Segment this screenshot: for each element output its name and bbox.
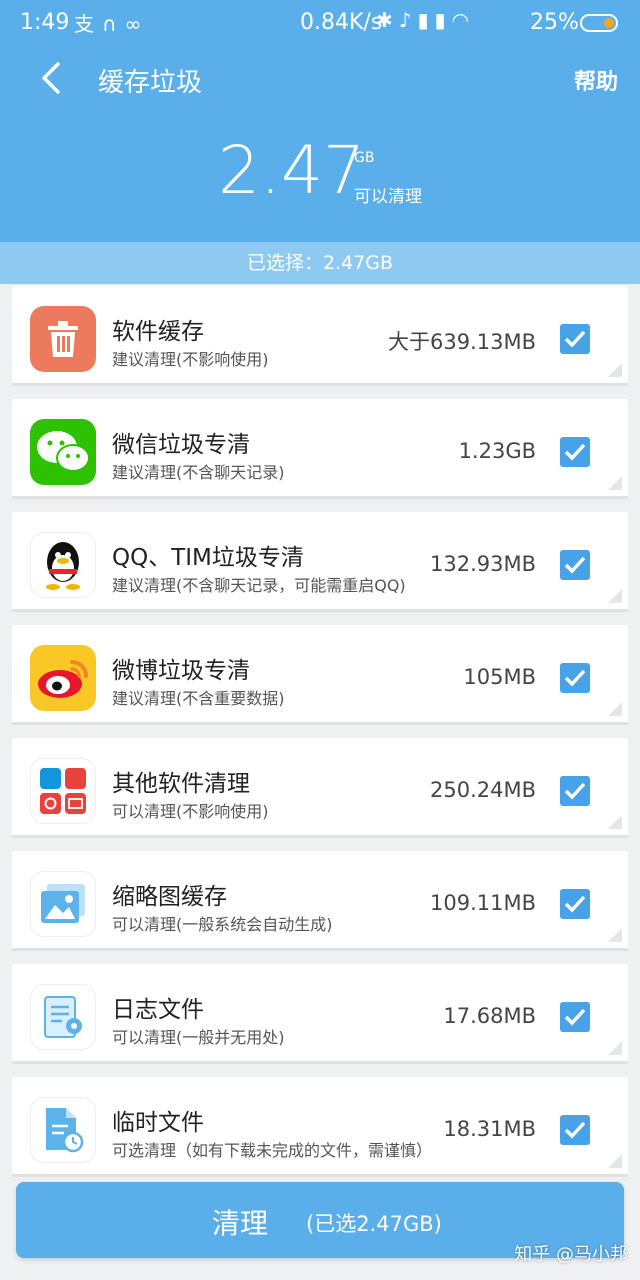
- item-title: 其他软件清理: [112, 771, 250, 797]
- item-size: 大于639.13MB: [387, 330, 536, 354]
- mute-icon: ♪: [398, 8, 418, 32]
- clean-button-selected-size: (已选2.47GB): [306, 1212, 442, 1236]
- bluetooth-icon: ✱: [376, 8, 399, 32]
- checkmark-icon: [564, 669, 586, 687]
- item-checkbox[interactable]: [560, 550, 590, 580]
- item-checkbox[interactable]: [560, 324, 590, 354]
- corner-mark: [608, 928, 622, 942]
- headset-icon: ∩: [102, 12, 125, 36]
- page-title: 缓存垃圾: [98, 68, 203, 98]
- list-item[interactable]: 日志文件 可以清理(一般并无用处) 17.68MB: [12, 964, 628, 1064]
- list-item[interactable]: 临时文件 可选清理（如有下载未完成的文件，需谨慎） 18.31MB: [12, 1077, 628, 1177]
- watermark: 知乎 @马小邦: [514, 1244, 628, 1265]
- item-title: 缩略图缓存: [112, 884, 227, 910]
- item-subtitle: 可以清理(不影响使用): [112, 802, 269, 821]
- temp-file-icon: [30, 1097, 96, 1163]
- alipay-icon: 支: [74, 12, 102, 36]
- item-title: 微博垃圾专清: [112, 658, 250, 684]
- item-checkbox[interactable]: [560, 1002, 590, 1032]
- item-title: 日志文件: [112, 997, 204, 1023]
- list-item[interactable]: QQ、TIM垃圾专清 建议清理(不含聊天记录，可能需重启QQ) 132.93MB: [12, 512, 628, 612]
- list-item[interactable]: 缩略图缓存 可以清理(一般系统会自动生成) 109.11MB: [12, 851, 628, 951]
- item-title: 微信垃圾专清: [112, 432, 250, 458]
- header: 1:49 支∩∞ 0.84K/s ✱♪▮▮◠ 25% 缓存垃圾 帮助 2.47 …: [0, 0, 640, 242]
- checkmark-icon: [564, 330, 586, 348]
- signal-icon: ▮: [417, 8, 435, 32]
- item-subtitle: 可选清理（如有下载未完成的文件，需谨慎）: [112, 1141, 433, 1160]
- item-subtitle: 可以清理(一般并无用处): [112, 1028, 285, 1047]
- item-subtitle: 可以清理(一般系统会自动生成): [112, 915, 333, 934]
- corner-mark: [608, 589, 622, 603]
- item-size: 250.24MB: [429, 778, 536, 802]
- item-title: 软件缓存: [112, 319, 204, 345]
- help-button[interactable]: 帮助: [574, 64, 618, 96]
- link-icon: ∞: [124, 12, 150, 36]
- total-caption: 可以清理: [354, 187, 422, 207]
- item-subtitle: 建议清理(不含聊天记录): [112, 463, 285, 482]
- image-icon: [30, 871, 96, 937]
- item-checkbox[interactable]: [560, 1115, 590, 1145]
- item-checkbox[interactable]: [560, 776, 590, 806]
- battery-percent: 25%: [530, 10, 579, 35]
- qq-icon: [30, 532, 96, 598]
- total-unit: GB: [354, 150, 375, 166]
- clean-button-label: 清理: [212, 1207, 269, 1240]
- log-file-icon: [30, 984, 96, 1050]
- signal-icon: ▮: [434, 8, 452, 32]
- item-checkbox[interactable]: [560, 663, 590, 693]
- list-item[interactable]: 微信垃圾专清 建议清理(不含聊天记录) 1.23GB: [12, 399, 628, 499]
- item-size: 18.31MB: [443, 1117, 536, 1141]
- item-title: 临时文件: [112, 1110, 204, 1136]
- corner-mark: [608, 815, 622, 829]
- apps-grid-icon: [30, 758, 96, 824]
- item-subtitle: 建议清理(不影响使用): [112, 350, 269, 369]
- checkmark-icon: [564, 443, 586, 461]
- corner-mark: [608, 1154, 622, 1168]
- item-size: 132.93MB: [429, 552, 536, 576]
- list-item[interactable]: 软件缓存 建议清理(不影响使用) 大于639.13MB: [12, 286, 628, 386]
- network-speed: 0.84K/s: [300, 10, 383, 35]
- checkmark-icon: [564, 1008, 586, 1026]
- list-item[interactable]: 微博垃圾专清 建议清理(不含重要数据) 105MB: [12, 625, 628, 725]
- list-item[interactable]: 其他软件清理 可以清理(不影响使用) 250.24MB: [12, 738, 628, 838]
- notification-icons: 支∩∞: [74, 8, 149, 37]
- corner-mark: [608, 476, 622, 490]
- corner-mark: [608, 702, 622, 716]
- checkmark-icon: [564, 895, 586, 913]
- item-checkbox[interactable]: [560, 437, 590, 467]
- item-size: 17.68MB: [443, 1004, 536, 1028]
- item-size: 109.11MB: [429, 891, 536, 915]
- item-subtitle: 建议清理(不含聊天记录，可能需重启QQ): [112, 576, 406, 595]
- item-size: 105MB: [463, 665, 536, 689]
- checkmark-icon: [564, 556, 586, 574]
- item-size: 1.23GB: [458, 439, 536, 463]
- wechat-icon: [30, 419, 96, 485]
- corner-mark: [608, 363, 622, 377]
- total-size: 2.47: [218, 132, 365, 209]
- item-subtitle: 建议清理(不含重要数据): [112, 689, 285, 708]
- wifi-icon: ◠: [451, 8, 476, 32]
- back-arrow-icon[interactable]: [38, 60, 68, 96]
- trash-icon: [30, 306, 96, 372]
- item-checkbox[interactable]: [560, 889, 590, 919]
- status-time: 1:49: [20, 10, 70, 35]
- status-bar: 1:49 支∩∞ 0.84K/s ✱♪▮▮◠ 25%: [0, 0, 640, 46]
- selection-summary: 已选择：2.47GB: [0, 242, 640, 284]
- battery-icon: [580, 14, 618, 32]
- item-title: QQ、TIM垃圾专清: [112, 545, 304, 571]
- checkmark-icon: [564, 1121, 586, 1139]
- checkmark-icon: [564, 782, 586, 800]
- corner-mark: [608, 1041, 622, 1055]
- weibo-icon: [30, 645, 96, 711]
- system-icons: ✱♪▮▮◠: [376, 8, 475, 32]
